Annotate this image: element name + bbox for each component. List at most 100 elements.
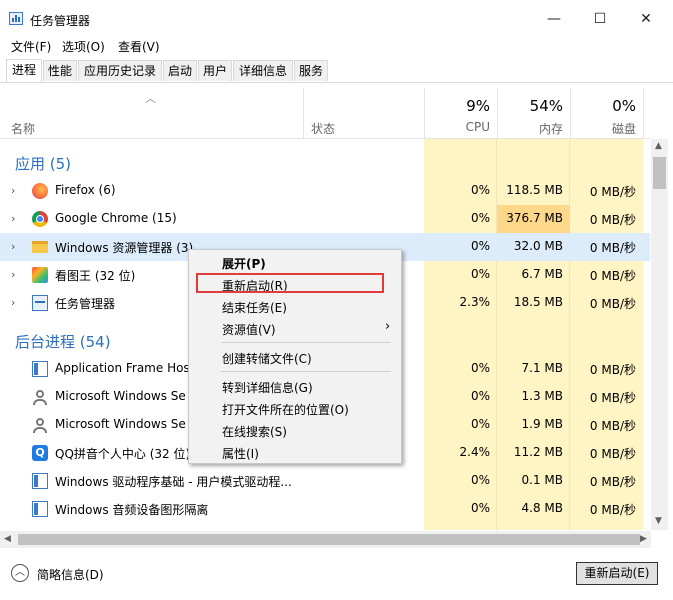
menu-go-to-details[interactable]: 转到详细信息(G) <box>222 379 313 396</box>
cpu-cell: 0% <box>470 239 490 253</box>
disk-cell: 0 MB/秒 <box>589 419 636 433</box>
scroll-right-icon[interactable]: ▶ <box>640 534 647 544</box>
tab-users[interactable]: 用户 <box>198 60 232 81</box>
cpu-cell: 2.3% <box>459 295 491 309</box>
process-name: Firefox (6) <box>55 183 116 197</box>
user-service-icon <box>32 417 48 433</box>
close-button[interactable]: ✕ <box>623 0 669 38</box>
process-name: QQ拼音个人中心 (32 位) <box>55 447 191 461</box>
process-name: Microsoft Windows Se <box>55 417 186 431</box>
table-row[interactable]: › Google Chrome (15) 0% 376.7 MB 0 MB/秒 <box>0 205 650 233</box>
column-disk[interactable]: 磁盘 <box>570 120 636 137</box>
process-name: Application Frame Hos <box>55 361 190 375</box>
vertical-scrollbar[interactable]: ▲ ▼ <box>651 139 668 530</box>
scroll-down-icon[interactable]: ▼ <box>655 516 662 526</box>
menu-create-dump[interactable]: 创建转储文件(C) <box>222 350 312 367</box>
chevron-right-icon[interactable]: › <box>11 184 15 197</box>
menu-properties[interactable]: 属性(I) <box>222 445 259 462</box>
menu-bar: 文件(F) 选项(O) 查看(V) <box>0 36 673 56</box>
process-name: Google Chrome (15) <box>55 211 177 225</box>
table-row[interactable]: Windows 驱动程序基础 - 用户模式驱动程... 0% 0.1 MB 0 … <box>0 467 650 495</box>
qq-pinyin-icon: Q <box>32 445 48 461</box>
column-memory[interactable]: 内存 <box>497 120 563 137</box>
scroll-left-icon[interactable]: ◀ <box>4 534 11 544</box>
cpu-cell: 0% <box>470 473 490 487</box>
menu-search-online[interactable]: 在线搜索(S) <box>222 423 287 440</box>
driver-icon <box>32 473 48 489</box>
menu-options[interactable]: 选项(O) <box>62 38 105 55</box>
scroll-thumb[interactable] <box>653 157 666 189</box>
menu-view[interactable]: 查看(V) <box>118 38 160 55</box>
memory-cell: 18.5 MB <box>513 295 563 309</box>
memory-total: 54% <box>529 97 563 115</box>
memory-cell: 4.8 MB <box>521 501 563 515</box>
window-title: 任务管理器 <box>30 14 91 28</box>
column-cpu[interactable]: CPU <box>424 120 490 134</box>
chevron-right-icon[interactable]: › <box>11 268 15 281</box>
disk-cell: 0 MB/秒 <box>589 213 636 227</box>
chrome-icon <box>32 211 48 227</box>
memory-cell: 118.5 MB <box>506 183 563 197</box>
tab-services[interactable]: 服务 <box>294 60 328 81</box>
disk-cell: 0 MB/秒 <box>589 391 636 405</box>
disk-cell: 0 MB/秒 <box>589 185 636 199</box>
chevron-right-icon[interactable]: › <box>11 212 15 225</box>
cpu-cell: 0% <box>470 183 490 197</box>
horizontal-scrollbar[interactable]: ◀ ▶ <box>0 531 651 548</box>
disk-cell: 0 MB/秒 <box>589 269 636 283</box>
cpu-cell: 0% <box>470 361 490 375</box>
cpu-total: 9% <box>466 97 490 115</box>
memory-cell: 6.7 MB <box>521 267 563 281</box>
tab-performance[interactable]: 性能 <box>43 60 77 81</box>
tab-strip: 进程 性能 应用历史记录 启动 用户 详细信息 服务 <box>0 59 673 83</box>
table-row[interactable]: › Firefox (6) 0% 118.5 MB 0 MB/秒 <box>0 177 650 205</box>
tab-startup[interactable]: 启动 <box>163 60 197 81</box>
memory-cell: 1.9 MB <box>521 417 563 431</box>
restart-button[interactable]: 重新启动(E) <box>576 562 658 585</box>
menu-file[interactable]: 文件(F) <box>11 38 51 55</box>
memory-cell: 11.2 MB <box>513 445 563 459</box>
menu-end-task[interactable]: 结束任务(E) <box>222 299 287 316</box>
menu-expand[interactable]: 展开(P) <box>222 255 266 272</box>
highlight-box <box>196 273 384 293</box>
firefox-icon <box>32 183 48 199</box>
process-name: 任务管理器 <box>55 297 116 311</box>
table-row[interactable]: Windows 音频设备图形隔离 0% 4.8 MB 0 MB/秒 <box>0 495 650 523</box>
tab-processes[interactable]: 进程 <box>6 59 42 82</box>
scroll-up-icon[interactable]: ▲ <box>655 141 662 151</box>
process-name: Windows 音频设备图形隔离 <box>55 503 209 517</box>
folder-icon <box>32 241 48 253</box>
app-frame-icon <box>32 361 48 377</box>
submenu-arrow-icon: › <box>385 319 391 334</box>
cpu-cell: 0% <box>470 267 490 281</box>
menu-resource-values[interactable]: 资源值(V) <box>222 321 276 338</box>
cpu-cell: 0% <box>470 211 490 225</box>
cpu-cell: 0% <box>470 417 490 431</box>
chevron-right-icon[interactable]: › <box>11 240 15 253</box>
section-background: 后台进程 (54) <box>15 333 111 351</box>
menu-open-file-location[interactable]: 打开文件所在的位置(O) <box>222 401 349 418</box>
disk-cell: 0 MB/秒 <box>589 447 636 461</box>
tab-details[interactable]: 详细信息 <box>233 60 293 81</box>
audio-icon <box>32 501 48 517</box>
memory-cell: 7.1 MB <box>521 361 563 375</box>
column-name[interactable]: 名称 <box>11 120 35 137</box>
fewer-details-link[interactable]: 简略信息(D) <box>37 566 104 583</box>
memory-cell: 32.0 MB <box>513 239 563 253</box>
maximize-button[interactable]: ☐ <box>577 0 623 38</box>
disk-cell: 0 MB/秒 <box>589 475 636 489</box>
cpu-cell: 0% <box>470 389 490 403</box>
cpu-cell: 0% <box>470 501 490 515</box>
memory-cell: 0.1 MB <box>521 473 563 487</box>
tab-app-history[interactable]: 应用历史记录 <box>78 60 162 81</box>
process-name: Windows 资源管理器 (3) <box>55 241 194 255</box>
column-status[interactable]: 状态 <box>311 120 335 137</box>
footer: ︿ 简略信息(D) 重新启动(E) <box>0 555 673 600</box>
process-name: Microsoft Windows Se <box>55 389 186 403</box>
collapse-icon[interactable]: ︿ <box>11 564 29 582</box>
title-bar: 任务管理器 — ☐ ✕ <box>0 0 673 38</box>
minimize-button[interactable]: — <box>531 0 577 38</box>
scroll-thumb[interactable] <box>18 534 640 545</box>
chevron-right-icon[interactable]: › <box>11 296 15 309</box>
task-manager-icon <box>32 295 48 311</box>
